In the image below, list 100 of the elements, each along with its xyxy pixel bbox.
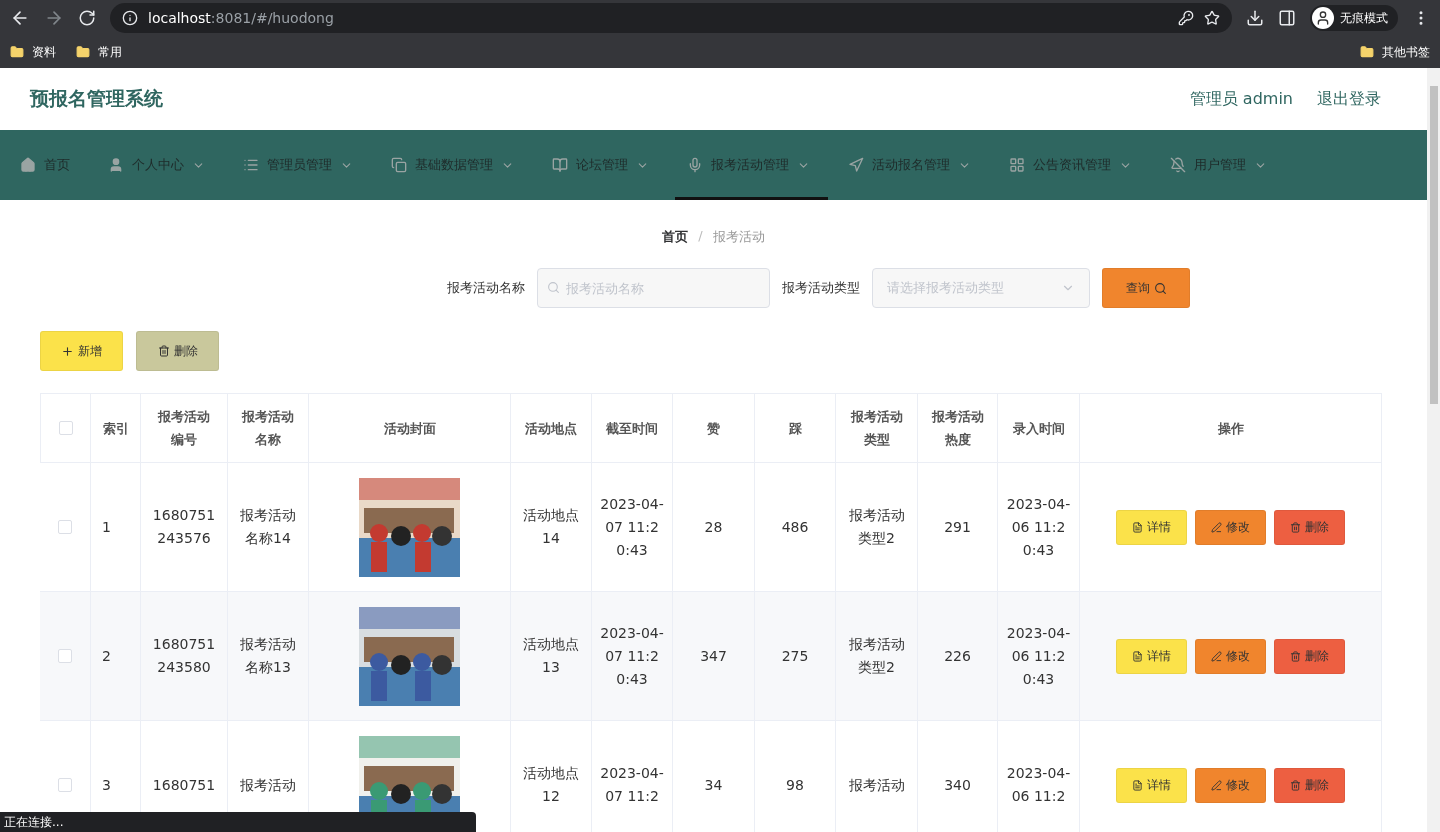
column-header: 截至时间 xyxy=(606,419,658,438)
details-button[interactable]: 详情 xyxy=(1116,767,1187,803)
column-header: 报考活动热度 xyxy=(930,408,985,449)
edit-button[interactable]: 修改 xyxy=(1195,767,1266,803)
column-header: 报考活动名称 xyxy=(240,408,295,449)
column-header: 操作 xyxy=(1217,419,1244,438)
book-icon xyxy=(552,157,568,173)
folder-icon xyxy=(10,45,24,59)
folder-icon xyxy=(76,45,90,59)
scrollbar-thumb[interactable] xyxy=(1429,86,1438,404)
delete-button[interactable]: 删除 xyxy=(1274,638,1345,674)
delete-button[interactable]: 删除 xyxy=(1274,767,1345,803)
list-icon xyxy=(243,157,259,173)
table-cell-text: 1 xyxy=(102,517,111,537)
table-cell-text: 活动地点13 xyxy=(522,635,580,677)
table-cell-text: 1680751 xyxy=(152,775,216,795)
column-header: 报考活动类型 xyxy=(849,408,904,449)
trash-icon xyxy=(1290,521,1301,533)
row-checkbox[interactable] xyxy=(58,649,72,663)
column-header: 踩 xyxy=(788,419,802,438)
table-cell-text: 2023-04-06 11:2 xyxy=(1006,764,1071,806)
folder-icon xyxy=(1360,45,1374,59)
field-label: 报考活动名称 xyxy=(447,279,525,297)
table-cell-text: 3 xyxy=(102,775,111,795)
select-all-checkbox[interactable] xyxy=(58,421,73,435)
column-header: 赞 xyxy=(707,419,720,438)
breadcrumb-item[interactable]: 首页 xyxy=(662,228,689,246)
table-cell-text: 2023-04-07 11:20:43 xyxy=(600,494,664,560)
table-cell-text: 340 xyxy=(944,775,971,795)
breadcrumb-item: 报考活动 xyxy=(712,228,765,246)
field-label: 报考活动类型 xyxy=(782,279,860,297)
address-bar[interactable]: localhost:8081/#/huodong xyxy=(148,10,334,26)
delete-button[interactable]: 删除 xyxy=(136,331,219,371)
table-cell-text: 1680751243576 xyxy=(152,506,216,548)
details-button[interactable]: 详情 xyxy=(1116,509,1187,545)
delete-button[interactable]: 删除 xyxy=(1274,509,1345,545)
table-cell-text: 226 xyxy=(944,646,971,666)
add-button[interactable]: 新增 xyxy=(40,331,123,371)
download-icon[interactable] xyxy=(1246,9,1264,27)
bell-off-icon xyxy=(1170,157,1186,173)
table-cell-text: 报考活动类型2 xyxy=(847,635,906,677)
table-cell-text: 291 xyxy=(944,517,971,537)
details-button[interactable]: 详情 xyxy=(1116,638,1187,674)
column-header: 报考活动编号 xyxy=(156,408,211,449)
profile-button[interactable]: 无痕模式 xyxy=(1310,5,1398,31)
app-title: 预报名管理系统 xyxy=(30,86,163,111)
table-cell-text: 28 xyxy=(704,517,723,537)
table-cell-text: 275 xyxy=(781,646,809,666)
column-header: 活动地点 xyxy=(525,419,577,438)
edit-button[interactable]: 修改 xyxy=(1195,638,1266,674)
column-header: 活动封面 xyxy=(383,419,436,438)
side-panel-icon[interactable] xyxy=(1278,9,1296,27)
copy-icon xyxy=(391,157,407,173)
table-cell-text: 报考活动类型2 xyxy=(847,506,906,548)
table-cell-text: 2023-04-06 11:20:43 xyxy=(1006,623,1071,689)
pencil-icon xyxy=(1211,521,1222,533)
bookmark[interactable]: 常用 xyxy=(76,43,122,61)
table-cell-text: 报考活动名称13 xyxy=(239,635,297,677)
pencil-icon xyxy=(1211,779,1222,791)
table-cell-text: 34 xyxy=(704,775,723,795)
plus-icon xyxy=(61,344,74,358)
breadcrumb-separator: / xyxy=(698,228,703,245)
trash-icon xyxy=(157,345,170,357)
row-checkbox[interactable] xyxy=(58,520,72,534)
info-icon[interactable] xyxy=(122,10,138,26)
user-icon xyxy=(108,157,124,173)
table-cell-text: 报考活动 xyxy=(847,775,906,795)
search-icon xyxy=(547,281,560,294)
bookmark[interactable]: 资料 xyxy=(10,43,56,61)
table-cell-text: 486 xyxy=(781,517,809,537)
table-cell-text: 1680751243580 xyxy=(152,635,216,677)
home-icon xyxy=(20,157,36,173)
document-icon xyxy=(1132,650,1143,662)
table-cell-text: 2 xyxy=(102,646,111,666)
table-cell-text: 347 xyxy=(700,646,727,666)
bookmark[interactable]: 其他书签 xyxy=(1360,43,1430,61)
table-cell-text: 报考活动 xyxy=(239,775,297,795)
microphone-icon xyxy=(687,157,703,173)
navigation-arrow-icon xyxy=(848,157,864,173)
table-cell-text: 活动地点14 xyxy=(522,506,580,548)
search-icon xyxy=(1153,281,1167,295)
reload-icon[interactable] xyxy=(78,9,96,27)
query-button[interactable]: 查询 xyxy=(1102,268,1190,308)
column-header: 索引 xyxy=(102,419,129,438)
logout-link[interactable]: 退出登录 xyxy=(1317,88,1381,110)
user-name: 管理员 admin xyxy=(1189,88,1293,110)
incognito-icon xyxy=(1315,10,1331,26)
trash-icon xyxy=(1290,779,1301,791)
table-cell-text: 2023-04-07 11:2 xyxy=(600,764,664,806)
status-bubble: 正在连接... xyxy=(0,812,476,832)
star-icon[interactable] xyxy=(1204,10,1220,26)
edit-button[interactable]: 修改 xyxy=(1195,509,1266,545)
column-header: 录入时间 xyxy=(1012,419,1065,438)
trash-icon xyxy=(1290,650,1301,662)
row-checkbox[interactable] xyxy=(58,778,72,792)
document-icon xyxy=(1132,779,1143,791)
key-icon[interactable] xyxy=(1178,10,1194,26)
table-cell-text: 活动地点12 xyxy=(522,764,580,806)
table-cell-text: 98 xyxy=(786,775,804,795)
grid-icon xyxy=(1009,157,1025,173)
